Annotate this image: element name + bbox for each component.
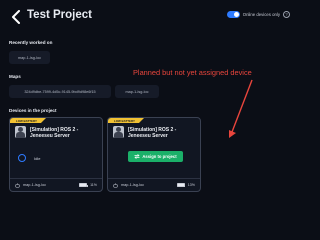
- annotation-text: Planned but not yet assigned device: [133, 68, 252, 77]
- battery-icon: [176, 183, 186, 187]
- card-footer: map-1-lsg-loc 13%: [108, 178, 200, 191]
- device-card-idle[interactable]: LOW BATTERY [Simulation] ROS 2 - Jeneese…: [9, 117, 103, 192]
- device-name: [Simulation] ROS 2 - Jeneeseu Server: [30, 127, 79, 140]
- battery-percent: 11%: [90, 183, 97, 187]
- device-card-unassigned[interactable]: LOW BATTERY [Simulation] ROS 2 - Jeneese…: [107, 117, 201, 192]
- map-chip-lsg[interactable]: map-1-lsg-loc: [115, 85, 159, 98]
- low-battery-badge: LOW BATTERY: [108, 118, 144, 123]
- page-title: Test Project: [27, 9, 92, 21]
- idle-status-icon: [18, 154, 26, 162]
- assign-button-label: Assign to project: [142, 154, 177, 159]
- status-row: Idle: [18, 154, 40, 162]
- battery-percent: 13%: [187, 183, 195, 187]
- section-devices-title: Devices in the project: [9, 108, 57, 113]
- project-page: Test Project Online devices only ? Recen…: [0, 0, 300, 233]
- robot-icon: [113, 182, 118, 188]
- section-maps-title: Maps: [9, 74, 21, 79]
- online-devices-toggle[interactable]: [226, 11, 240, 18]
- robot-avatar: [113, 126, 124, 138]
- device-name: [Simulation] ROS 2 - Jeneeseu Server: [128, 127, 177, 140]
- status-text: Idle: [34, 155, 41, 161]
- online-devices-label: Online devices only: [242, 12, 280, 17]
- footer-map-name: map-1-lsg-loc: [121, 183, 144, 187]
- robot-avatar: [15, 126, 26, 138]
- robot-icon: [15, 182, 20, 188]
- swap-arrows-icon: [134, 154, 140, 159]
- help-circle-icon[interactable]: ?: [283, 11, 290, 18]
- recent-map-chip[interactable]: map-1-lsg-loc: [9, 51, 50, 64]
- back-chevron-icon[interactable]: [10, 10, 22, 24]
- card-footer: map-1-lsg-loc 11%: [10, 178, 102, 191]
- battery-icon: [79, 183, 88, 187]
- map-chip-uuid[interactable]: 324d9dbe-7599-4d5c-9145-9bd9d98e6f15: [9, 85, 111, 98]
- low-battery-badge: LOW BATTERY: [10, 118, 46, 123]
- assign-to-project-button[interactable]: Assign to project: [128, 151, 183, 162]
- online-devices-toggle-group: Online devices only ?: [226, 11, 290, 18]
- footer-map-name: map-1-lsg-loc: [23, 183, 46, 187]
- section-recent-title: Recently worked on: [9, 40, 53, 45]
